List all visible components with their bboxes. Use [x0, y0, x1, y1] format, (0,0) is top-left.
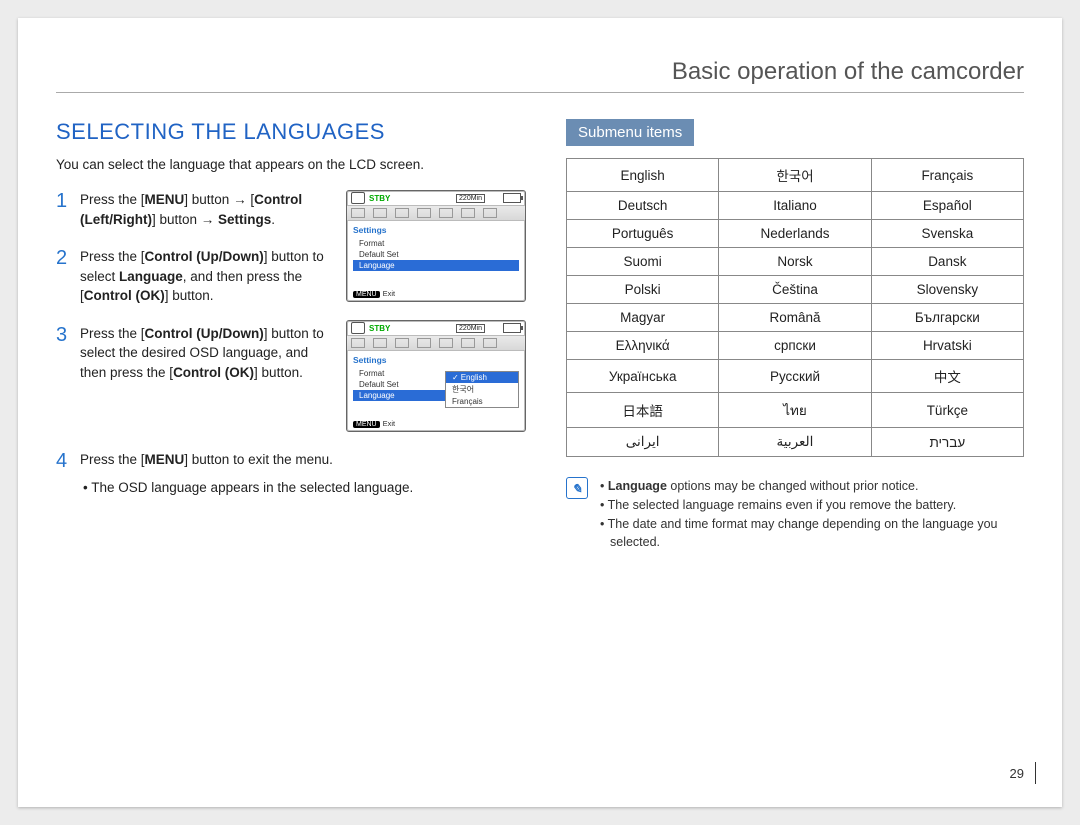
tab-icon-row [347, 335, 525, 351]
step-2: 2 Press the [Control (Up/Down)] button t… [56, 247, 336, 306]
language-cell: العربية [719, 428, 871, 457]
language-cell: English [567, 159, 719, 192]
note-2: The selected language remains even if yo… [598, 496, 1024, 515]
screenshot-language-submenu: STBY 220Min Settings Format Default Set [346, 320, 526, 432]
language-cell: 中文 [871, 360, 1023, 393]
language-cell: српски [719, 332, 871, 360]
screenshot-settings-menu: STBY 220Min Settings Format Default Set [346, 190, 526, 302]
language-cell: Suomi [567, 248, 719, 276]
step-text: Press the [MENU] button to exit the menu… [80, 450, 526, 497]
intro-text: You can select the language that appears… [56, 157, 526, 172]
menu-item-default-set: Default Set [353, 249, 519, 260]
note-list: Language options may be changed without … [598, 477, 1024, 552]
language-cell: Čeština [719, 276, 871, 304]
step-number: 3 [56, 324, 80, 383]
section-title: SELECTING THE LANGUAGES [56, 119, 526, 145]
right-column: Submenu items English한국어FrançaisDeutschI… [566, 119, 1024, 552]
language-cell: 日本語 [567, 393, 719, 428]
step-number: 1 [56, 190, 80, 229]
status-stby: STBY [369, 324, 390, 333]
language-cell: Svenska [871, 220, 1023, 248]
exit-label: Exit [383, 419, 396, 428]
table-row: DeutschItalianoEspañol [567, 192, 1024, 220]
settings-heading: Settings [353, 225, 519, 235]
language-cell: 한국어 [719, 159, 871, 192]
settings-heading: Settings [353, 355, 519, 365]
language-cell: ไทย [719, 393, 871, 428]
language-table: English한국어FrançaisDeutschItalianoEspañol… [566, 158, 1024, 457]
footer-exit: MENUExit [353, 289, 395, 298]
battery-icon [503, 323, 521, 333]
table-row: ایرانیالعربيةעברית [567, 428, 1024, 457]
language-cell: ایرانی [567, 428, 719, 457]
table-row: PortuguêsNederlandsSvenska [567, 220, 1024, 248]
step-3: 3 Press the [Control (Up/Down)] button t… [56, 324, 336, 383]
status-stby: STBY [369, 194, 390, 203]
page-number: 29 [1010, 766, 1024, 781]
language-cell: Français [871, 159, 1023, 192]
step-text: Press the [Control (Up/Down)] button to … [80, 247, 328, 306]
table-row: PolskiČeštinaSlovensky [567, 276, 1024, 304]
manual-page: Basic operation of the camcorder SELECTI… [18, 18, 1062, 807]
submenu-items-label: Submenu items [566, 119, 694, 146]
header-divider [56, 92, 1024, 93]
step-number: 2 [56, 247, 80, 306]
note-3: The date and time format may change depe… [598, 515, 1024, 553]
language-cell: Dansk [871, 248, 1023, 276]
menu-item-format: Format [353, 238, 519, 249]
table-row: English한국어Français [567, 159, 1024, 192]
language-cell: Ελληνικά [567, 332, 719, 360]
note-icon: ✎ [566, 477, 588, 499]
time-remaining: 220Min [456, 194, 485, 203]
time-remaining: 220Min [456, 324, 485, 333]
table-row: SuomiNorskDansk [567, 248, 1024, 276]
camcorder-screenshots: STBY 220Min Settings Format Default Set [346, 190, 526, 450]
step-4: 4 Press the [MENU] button to exit the me… [56, 450, 526, 497]
language-popup: ✓English 한국어 Français [445, 371, 519, 408]
step-text: Press the [MENU] button → [Control (Left… [80, 190, 328, 229]
sd-card-icon [351, 322, 365, 334]
popup-item-korean: 한국어 [446, 383, 518, 396]
table-row: MagyarRomânăБългарски [567, 304, 1024, 332]
notes-block: ✎ Language options may be changed withou… [566, 477, 1024, 552]
step-text: Press the [Control (Up/Down)] button to … [80, 324, 328, 383]
language-cell: עברית [871, 428, 1023, 457]
table-row: ΕλληνικάсрпскиHrvatski [567, 332, 1024, 360]
sd-card-icon [351, 192, 365, 204]
language-cell: Deutsch [567, 192, 719, 220]
language-cell: Hrvatski [871, 332, 1023, 360]
table-row: УкраїнськаРусский中文 [567, 360, 1024, 393]
note-1: Language options may be changed without … [598, 477, 1024, 496]
chapter-title: Basic operation of the camcorder [56, 58, 1024, 92]
menu-item-language-selected: Language [353, 260, 519, 271]
language-cell: Español [871, 192, 1023, 220]
step-number: 4 [56, 450, 80, 497]
language-cell: Português [567, 220, 719, 248]
language-cell: Italiano [719, 192, 871, 220]
language-cell: Română [719, 304, 871, 332]
language-cell: Polski [567, 276, 719, 304]
exit-label: Exit [383, 289, 396, 298]
menu-tag: MENU [353, 291, 380, 298]
battery-icon [503, 193, 521, 203]
table-row: 日本語ไทยTürkçe [567, 393, 1024, 428]
language-cell: Български [871, 304, 1023, 332]
language-cell: Slovensky [871, 276, 1023, 304]
step-1: 1 Press the [MENU] button → [Control (Le… [56, 190, 336, 229]
language-cell: Русский [719, 360, 871, 393]
language-cell: Українська [567, 360, 719, 393]
popup-item-francais: Français [446, 396, 518, 407]
popup-item-english-selected: ✓English [446, 372, 518, 383]
menu-tag: MENU [353, 421, 380, 428]
tab-icon-row [347, 205, 525, 221]
left-column: SELECTING THE LANGUAGES You can select t… [56, 119, 526, 552]
language-cell: Türkçe [871, 393, 1023, 428]
language-cell: Magyar [567, 304, 719, 332]
footer-exit: MENUExit [353, 419, 395, 428]
step-sub-bullet: The OSD language appears in the selected… [80, 478, 526, 498]
language-cell: Nederlands [719, 220, 871, 248]
language-cell: Norsk [719, 248, 871, 276]
